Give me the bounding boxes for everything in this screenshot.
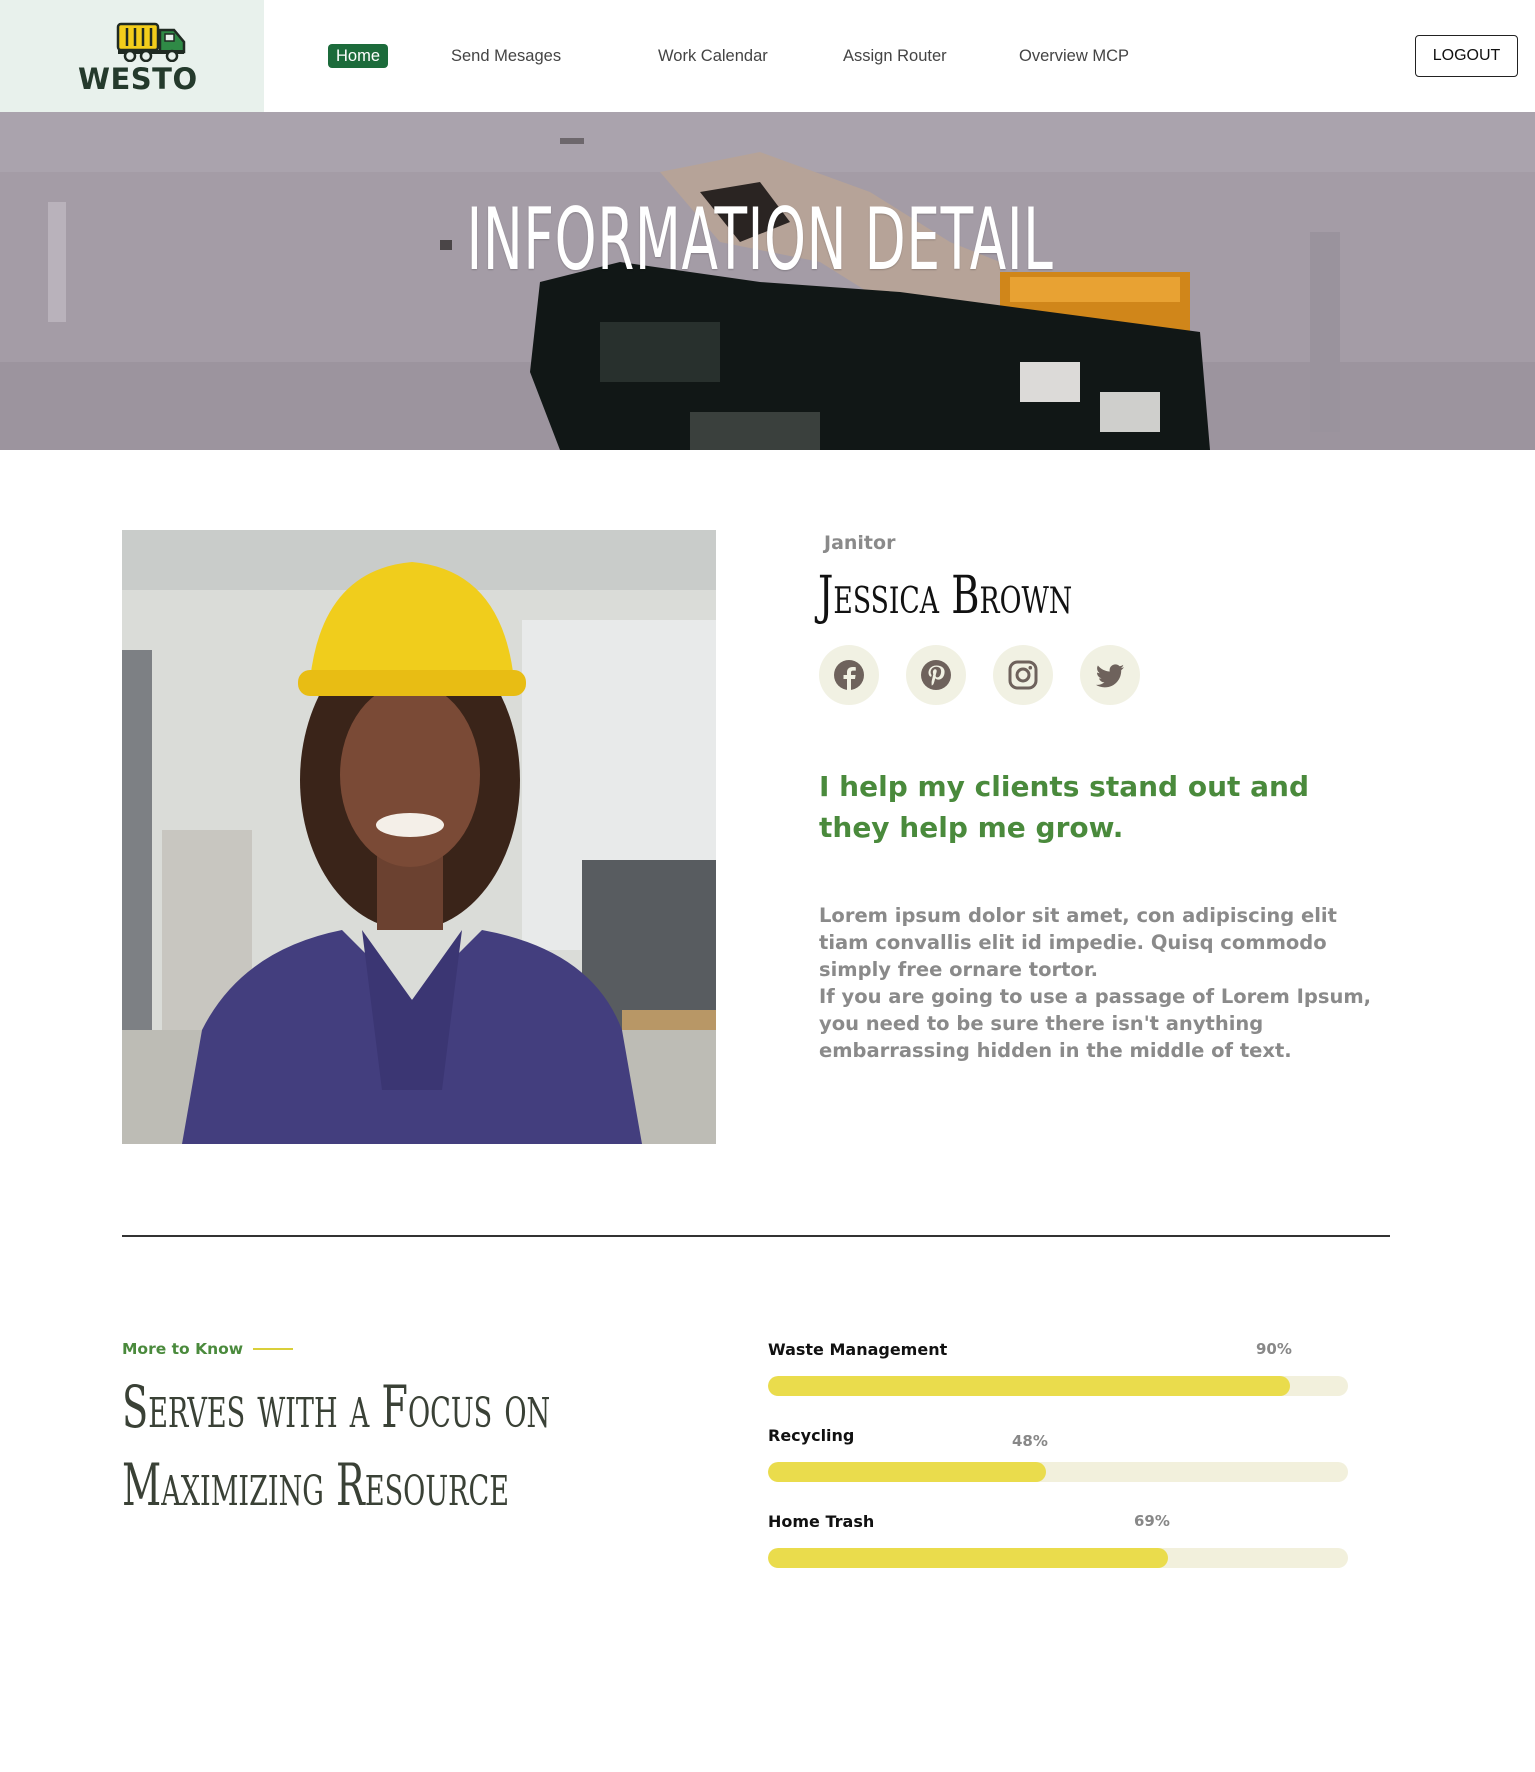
hero-banner: INFORMATION DETAIL	[0, 112, 1535, 450]
garbage-truck-icon	[116, 22, 186, 62]
skill-label: Waste Management	[768, 1340, 948, 1359]
instagram-link[interactable]	[993, 645, 1053, 705]
facebook-link[interactable]	[819, 645, 879, 705]
progress-track	[768, 1376, 1348, 1396]
progress-track	[768, 1462, 1348, 1482]
pinterest-link[interactable]	[906, 645, 966, 705]
progress-fill	[768, 1462, 1046, 1482]
description-paragraph: If you are going to use a passage of Lor…	[819, 985, 1372, 1062]
nav-send-messages[interactable]: Send Mesages	[451, 44, 561, 68]
skill-percent: 90%	[1256, 1340, 1292, 1358]
pinterest-icon	[921, 660, 951, 690]
skill-label: Home Trash	[768, 1512, 875, 1531]
nav-work-calendar[interactable]: Work Calendar	[658, 44, 768, 68]
description-paragraph: Lorem ipsum dolor sit amet, con adipisci…	[819, 904, 1337, 981]
section-title: Serves with a Focus on Maximizing Resour…	[122, 1373, 551, 1519]
instagram-icon	[1008, 660, 1038, 690]
logo[interactable]: WESTO	[0, 0, 264, 112]
skill-percent: 48%	[1012, 1432, 1048, 1450]
page-title: INFORMATION DETAIL	[466, 190, 1054, 290]
nav-overview-mcp[interactable]: Overview MCP	[1019, 44, 1129, 68]
profile-photo	[122, 530, 716, 1144]
twitter-icon	[1095, 664, 1124, 688]
eyebrow-accent-line	[253, 1348, 294, 1350]
progress-fill	[768, 1376, 1290, 1396]
profile-description: Lorem ipsum dolor sit amet, con adipisci…	[819, 902, 1379, 1064]
eyebrow-label: More to Know	[122, 1340, 244, 1358]
nav-home[interactable]: Home	[328, 44, 389, 68]
profile-tagline: I help my clients stand out and they hel…	[819, 770, 1310, 844]
top-navbar: WESTO Home Send Mesages Work Calendar As…	[0, 0, 1535, 112]
section-eyebrow: More to Know	[122, 1340, 294, 1358]
section-divider	[122, 1235, 1390, 1237]
skill-percent: 69%	[1134, 1512, 1170, 1530]
twitter-link[interactable]	[1080, 645, 1140, 705]
nav-assign-router[interactable]: Assign Router	[843, 44, 947, 68]
profile-role: Janitor	[824, 532, 896, 554]
logo-text: WESTO	[78, 62, 198, 96]
progress-track	[768, 1548, 1348, 1568]
facebook-icon	[834, 660, 864, 690]
progress-fill	[768, 1548, 1168, 1568]
logout-button[interactable]: LOGOUT	[1415, 35, 1518, 77]
skill-label: Recycling	[768, 1426, 855, 1445]
profile-name: Jessica Brown	[818, 566, 1073, 626]
